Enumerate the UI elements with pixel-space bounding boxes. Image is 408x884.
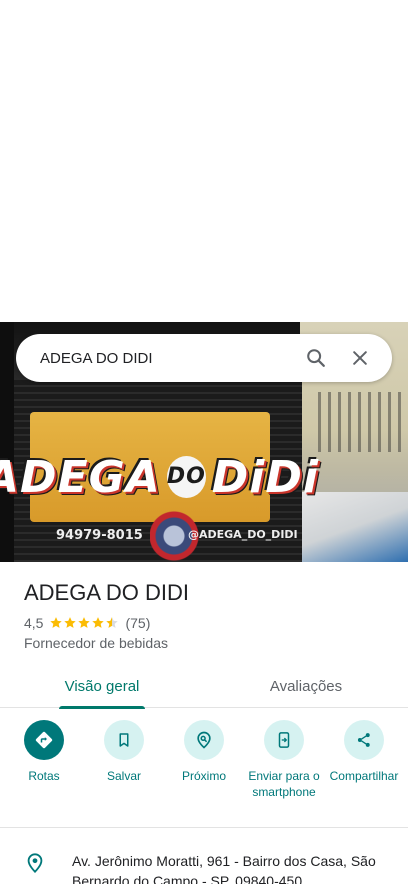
tab-overview[interactable]: Visão geral — [0, 664, 204, 709]
search-button[interactable] — [298, 340, 334, 376]
tab-reviews[interactable]: Avaliações — [204, 664, 408, 708]
search-icon — [307, 349, 325, 367]
address-text: Av. Jerônimo Moratti, 961 - Bairro dos C… — [72, 853, 376, 884]
search-query[interactable]: ADEGA DO DIDI — [40, 350, 290, 367]
place-name: ADEGA DO DIDI — [24, 580, 190, 605]
sign-handle: @ADEGA_DO_DIDI — [188, 528, 298, 541]
clear-search-button[interactable] — [342, 340, 378, 376]
sign-phone: 94979-8015 — [56, 528, 143, 543]
action-buttons: Rotas Salvar Próximo Enviar para o smart… — [0, 720, 408, 820]
send-to-phone-icon — [278, 732, 290, 748]
search-bar[interactable]: ADEGA DO DIDI — [16, 334, 392, 382]
rating-value: 4,5 — [24, 615, 44, 631]
tab-bar: Visão geral Avaliações — [0, 664, 408, 709]
address-row[interactable]: Av. Jerônimo Moratti, 961 - Bairro dos C… — [0, 845, 408, 884]
star-icon — [106, 617, 119, 628]
directions-button[interactable]: Rotas — [6, 720, 82, 820]
nearby-button[interactable]: Próximo — [166, 720, 242, 820]
star-icon — [50, 617, 63, 628]
active-tab-indicator — [59, 706, 145, 709]
send-to-phone-button[interactable]: Enviar para o smartphone — [246, 720, 322, 820]
rating-stars — [49, 616, 119, 630]
review-count: (75) — [125, 615, 151, 631]
directions-icon — [35, 731, 53, 749]
star-icon — [92, 617, 105, 628]
place-category[interactable]: Fornecedor de bebidas — [24, 635, 168, 651]
share-icon — [357, 733, 370, 747]
star-icon — [78, 617, 91, 628]
location-pin-icon — [27, 853, 43, 873]
close-icon — [353, 351, 367, 365]
place-page: ADEGA DO DiDi 94979-8015 @ADEGA_DO_DIDI … — [0, 0, 408, 884]
star-icon — [64, 617, 77, 628]
storefront-sign: ADEGA DO DiDi — [0, 451, 319, 503]
nearby-icon — [197, 731, 211, 749]
save-button[interactable]: Salvar — [86, 720, 162, 820]
section-divider — [0, 827, 408, 828]
rating-row[interactable]: 4,5 (75) — [24, 614, 150, 632]
bookmark-icon — [119, 733, 129, 747]
share-button[interactable]: Compartilhar — [326, 720, 402, 820]
